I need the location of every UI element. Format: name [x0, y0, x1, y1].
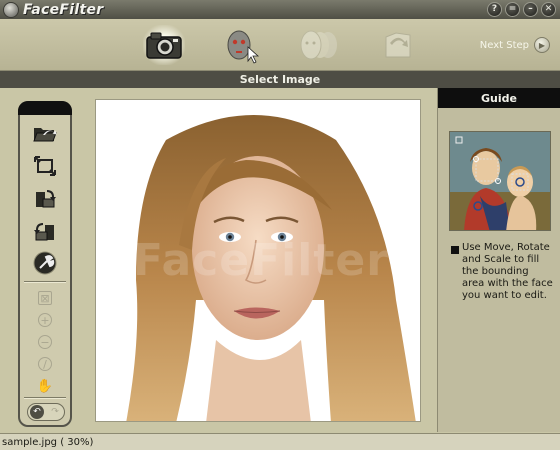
tools-button[interactable]: [33, 251, 57, 275]
step-select-image-button[interactable]: [141, 23, 187, 67]
tools-icon: [33, 251, 57, 275]
status-bar: sample.jpg ( 30%): [0, 433, 560, 450]
hand-icon: ✋: [36, 378, 54, 394]
zoom-out-button[interactable]: −: [38, 335, 52, 349]
minimize-button[interactable]: –: [523, 2, 538, 17]
folder-arrow-icon: [385, 32, 411, 58]
camera-icon: [146, 32, 182, 59]
app-title: FaceFilter: [23, 1, 104, 18]
guide-instructions: Use Move, Rotate and Scale to fill the b…: [462, 242, 553, 301]
rotate-right-button[interactable]: [33, 188, 57, 210]
guide-bullet: [451, 246, 459, 254]
page-title: Select Image: [239, 73, 321, 86]
rotate-right-icon: [36, 190, 56, 208]
zoom-out-icon: −: [40, 335, 50, 349]
guide-illustration: [449, 131, 551, 231]
close-button[interactable]: ✕: [541, 2, 556, 17]
undo-button[interactable]: ↶: [30, 405, 44, 419]
clear-button[interactable]: /: [38, 357, 52, 371]
next-step-label: Next Step: [479, 39, 529, 51]
crop-button[interactable]: [33, 155, 57, 177]
title-bar: FaceFilter ? = – ✕: [0, 0, 560, 19]
step-save-button[interactable]: [375, 23, 421, 67]
guide-title: Guide: [481, 91, 517, 105]
arrow-right-icon: ▶: [534, 37, 550, 53]
app-logo-icon: [3, 1, 19, 18]
step-toolbar: Next Step ▶: [0, 19, 560, 71]
tool-separator: [24, 397, 66, 399]
rotate-left-button[interactable]: [33, 221, 57, 243]
step-face-detection-button[interactable]: [218, 23, 264, 67]
fit-button[interactable]: ⊠: [38, 291, 52, 305]
window-controls: ? = – ✕: [487, 2, 556, 17]
zoom-in-button[interactable]: +: [38, 313, 52, 327]
redo-button[interactable]: ↷: [48, 405, 62, 419]
section-header: Select Image: [0, 71, 560, 88]
crop-icon: [34, 156, 56, 176]
status-text: sample.jpg ( 30%): [2, 436, 94, 448]
guide-panel: Guide Use Move, Rotate and Scale to fill…: [437, 88, 560, 432]
faces-icon: [300, 30, 337, 60]
hand-button[interactable]: ✋: [36, 378, 54, 394]
next-step-button[interactable]: Next Step ▶: [480, 37, 550, 53]
tool-panel: ⊠ + − / ✋ ↶ ↷: [18, 101, 72, 427]
guide-painting-image: [450, 132, 550, 230]
image-canvas[interactable]: FaceFilter: [95, 99, 421, 422]
open-file-icon: [33, 128, 57, 142]
fit-icon: ⊠: [40, 291, 50, 305]
rotate-left-icon: [34, 223, 54, 241]
tool-separator: [24, 281, 66, 283]
zoom-in-icon: +: [40, 313, 50, 327]
history-controls: ↶ ↷: [27, 403, 65, 421]
help-button[interactable]: ?: [487, 2, 502, 17]
face-cursor-icon: [227, 30, 260, 64]
guide-header: Guide: [438, 88, 560, 108]
no-icon: /: [43, 357, 47, 371]
step-edit-faces-button[interactable]: [296, 23, 342, 67]
open-file-button[interactable]: [33, 122, 57, 144]
undo-icon: ↶: [33, 407, 41, 417]
tool-panel-cap: [18, 101, 72, 115]
redo-icon: ↷: [51, 407, 59, 417]
options-button[interactable]: =: [505, 2, 520, 17]
watermark-text: FaceFilter: [133, 235, 389, 286]
